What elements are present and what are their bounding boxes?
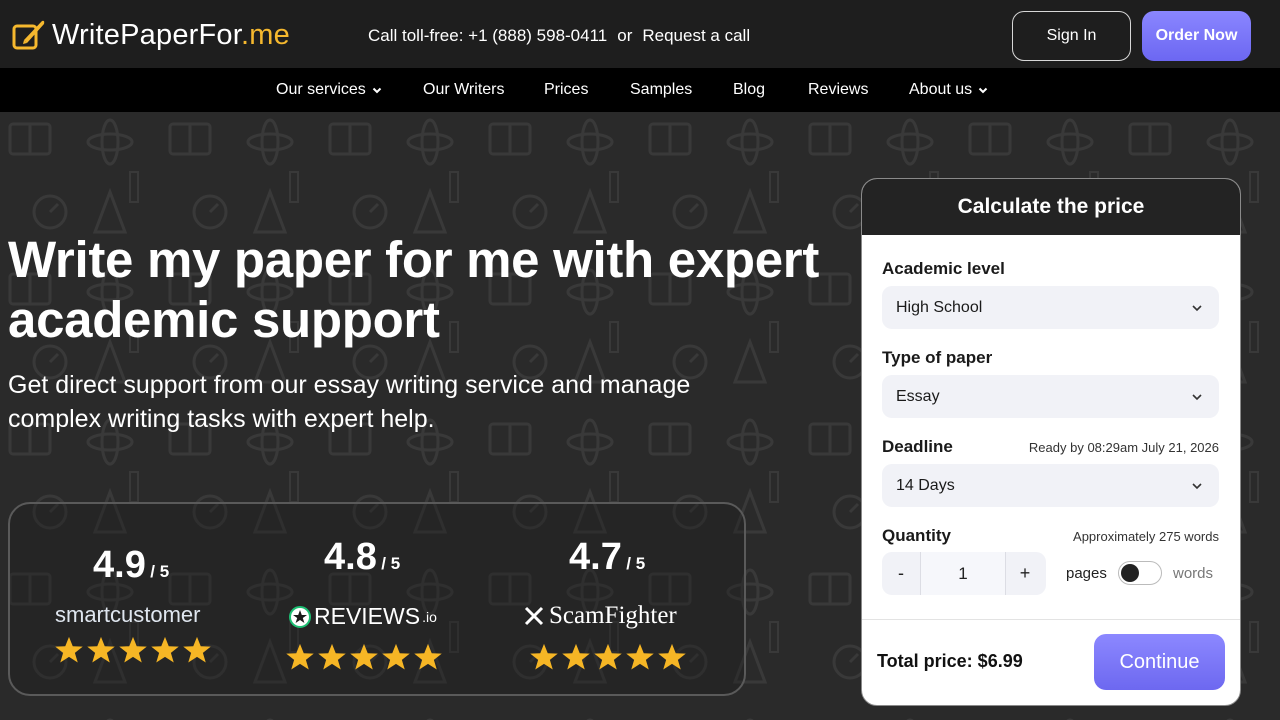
star-icon (119, 636, 147, 663)
quantity-decrease-button[interactable]: - (882, 552, 920, 595)
rating-score-smartcustomer: 4.9 / 5 (93, 544, 170, 586)
total-price: Total price: $6.99 (877, 651, 1023, 671)
star-icon (87, 636, 115, 663)
quantity-words-note: Approximately 275 words (1073, 529, 1219, 544)
nav-label: Prices (544, 81, 589, 98)
nav-item-about-us[interactable]: About us (909, 81, 988, 99)
sign-in-button[interactable]: Sign In (1012, 11, 1131, 61)
hero-title: Write my paper for me with expert academ… (8, 231, 820, 348)
logo-text: WritePaperFor.me (52, 18, 290, 51)
quantity-stepper: - 1 + (882, 552, 1046, 595)
calculator-divider (862, 619, 1240, 620)
calculator-title: Calculate the price (862, 179, 1240, 235)
nav-item-our-writers[interactable]: Our Writers (423, 81, 504, 99)
hero-subtitle: Get direct support from our essay writin… (8, 371, 691, 433)
smartcustomer-logo[interactable]: smartcustomer (55, 602, 200, 628)
ratings-panel: 4.9 / 5 smartcustomer 4.8 / 5 REVIEWS .io (8, 502, 746, 696)
order-now-button[interactable]: Order Now (1142, 11, 1251, 61)
unit-words-label[interactable]: words (1173, 565, 1213, 582)
nav-item-reviews[interactable]: Reviews (808, 81, 868, 99)
nav-item-prices[interactable]: Prices (544, 81, 588, 99)
star-icon (658, 643, 686, 670)
academic-level-value: High School (896, 298, 983, 316)
star-icon (350, 643, 378, 670)
chevron-down-icon (372, 87, 382, 94)
phone-number-link[interactable]: Call toll-free: +1 (888) 598-0411 (368, 26, 607, 46)
star-icon (382, 643, 410, 670)
academic-level-label: Academic level (882, 259, 1005, 278)
logo[interactable]: WritePaperFor.me (12, 14, 290, 56)
rating-score-scamfighter: 4.7 / 5 (569, 536, 646, 578)
main-nav: Our services Our Writers Prices Samples … (0, 68, 1280, 112)
request-call-link[interactable]: Request a call (642, 26, 750, 46)
nav-label: Our services (276, 81, 366, 98)
chevron-down-icon (978, 87, 988, 94)
stars-reviewsio (285, 642, 443, 672)
crossed-swords-icon (524, 606, 544, 626)
nav-item-blog[interactable]: Blog (733, 81, 765, 99)
nav-label: Our Writers (423, 81, 505, 98)
star-icon (286, 643, 314, 670)
quantity-increase-button[interactable]: + (1006, 552, 1044, 595)
stars-smartcustomer (54, 635, 212, 665)
phone-line: Call toll-free: +1 (888) 598-0411 or Req… (368, 26, 750, 46)
price-calculator: Calculate the price Academic level High … (861, 178, 1241, 706)
star-icon (626, 643, 654, 670)
deadline-ready-note: Ready by 08:29am July 21, 2026 (1028, 440, 1219, 455)
star-icon (183, 636, 211, 663)
paper-type-label: Type of paper (882, 348, 993, 367)
stars-scamfighter (529, 642, 687, 672)
star-icon (55, 636, 83, 663)
top-header: WritePaperFor.me Call toll-free: +1 (888… (0, 0, 1280, 68)
reviewsio-brand-suffix: .io (422, 608, 437, 625)
scamfighter-logo[interactable]: ScamFighter (523, 602, 677, 630)
scamfighter-brand-text: ScamFighter (549, 602, 677, 629)
continue-button[interactable]: Continue (1094, 634, 1225, 690)
nav-label: Blog (733, 81, 766, 98)
chevron-down-icon (1192, 483, 1202, 490)
deadline-select[interactable]: 14 Days (882, 464, 1219, 507)
pen-logo-icon (12, 20, 45, 50)
star-icon (318, 643, 346, 670)
nav-label: About us (909, 81, 973, 98)
star-icon (530, 643, 558, 670)
quantity-input[interactable]: 1 (920, 552, 1006, 595)
chevron-down-icon (1192, 305, 1202, 312)
quantity-label: Quantity (882, 526, 951, 545)
rating-score-reviewsio: 4.8 / 5 (324, 536, 401, 578)
paper-type-select[interactable]: Essay (882, 375, 1219, 418)
star-icon (562, 643, 590, 670)
star-icon (151, 636, 179, 663)
nav-label: Reviews (808, 81, 869, 98)
nav-label: Samples (630, 81, 693, 98)
reviewsio-star-icon (289, 605, 311, 628)
deadline-label: Deadline (882, 437, 953, 456)
toggle-knob (1121, 564, 1139, 582)
deadline-value: 14 Days (896, 476, 955, 494)
chevron-down-icon (1192, 394, 1202, 401)
unit-pages-label[interactable]: pages (1066, 565, 1107, 582)
nav-item-our-services[interactable]: Our services (276, 81, 382, 99)
nav-item-samples[interactable]: Samples (630, 81, 692, 99)
reviewsio-logo[interactable]: REVIEWS .io (288, 603, 437, 630)
reviewsio-brand-text: REVIEWS (314, 603, 421, 629)
star-icon (414, 643, 442, 670)
star-icon (594, 643, 622, 670)
paper-type-value: Essay (896, 387, 940, 405)
or-text: or (617, 26, 633, 45)
academic-level-select[interactable]: High School (882, 286, 1219, 329)
pages-words-toggle[interactable] (1118, 561, 1162, 585)
